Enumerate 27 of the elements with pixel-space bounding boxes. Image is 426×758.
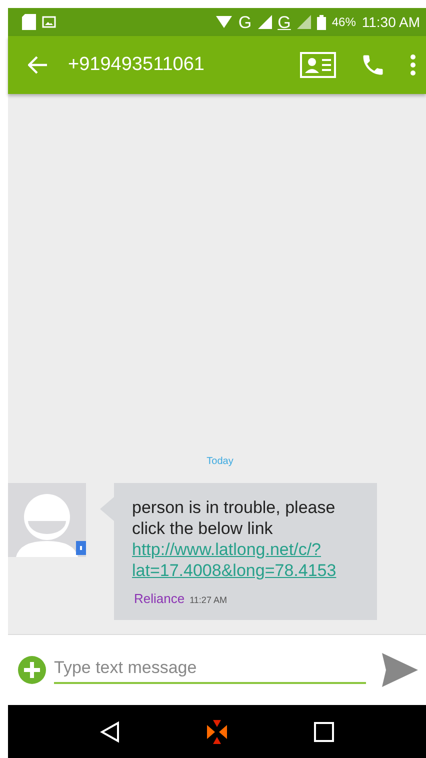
message-input-field[interactable]: Type text message bbox=[54, 656, 366, 684]
date-divider: Today bbox=[206, 456, 234, 467]
more-options-button[interactable] bbox=[410, 54, 416, 76]
signal-icon bbox=[258, 15, 272, 29]
home-button[interactable] bbox=[204, 718, 230, 744]
hotspot-icon bbox=[216, 16, 232, 28]
battery-percent: 46% bbox=[332, 15, 356, 29]
image-icon bbox=[42, 16, 56, 28]
back-nav-button[interactable] bbox=[100, 720, 120, 742]
recents-button[interactable] bbox=[314, 722, 334, 742]
clock: 11:30 AM bbox=[362, 14, 420, 30]
battery-icon bbox=[316, 14, 326, 30]
message-link[interactable]: http://www.latlong.net/c/?lat=17.4008&long=78.4153 bbox=[132, 539, 359, 581]
sd-card-icon bbox=[22, 14, 36, 30]
sim-badge-icon bbox=[76, 541, 86, 555]
send-button[interactable] bbox=[382, 653, 418, 687]
add-attachment-button[interactable] bbox=[18, 656, 46, 684]
person-silhouette-icon bbox=[16, 494, 78, 557]
message-time: 11:27 AM bbox=[190, 595, 227, 605]
network-type-label: G bbox=[238, 14, 252, 30]
signal-icon bbox=[296, 15, 311, 29]
back-button[interactable] bbox=[28, 56, 48, 74]
sim-label: Reliance bbox=[134, 591, 185, 606]
network-type-label: G bbox=[278, 14, 291, 30]
contact-number: +919493511061 bbox=[68, 54, 206, 76]
message-text: person is in trouble, please click the below link bbox=[132, 498, 336, 538]
contact-card-button[interactable] bbox=[300, 52, 336, 78]
